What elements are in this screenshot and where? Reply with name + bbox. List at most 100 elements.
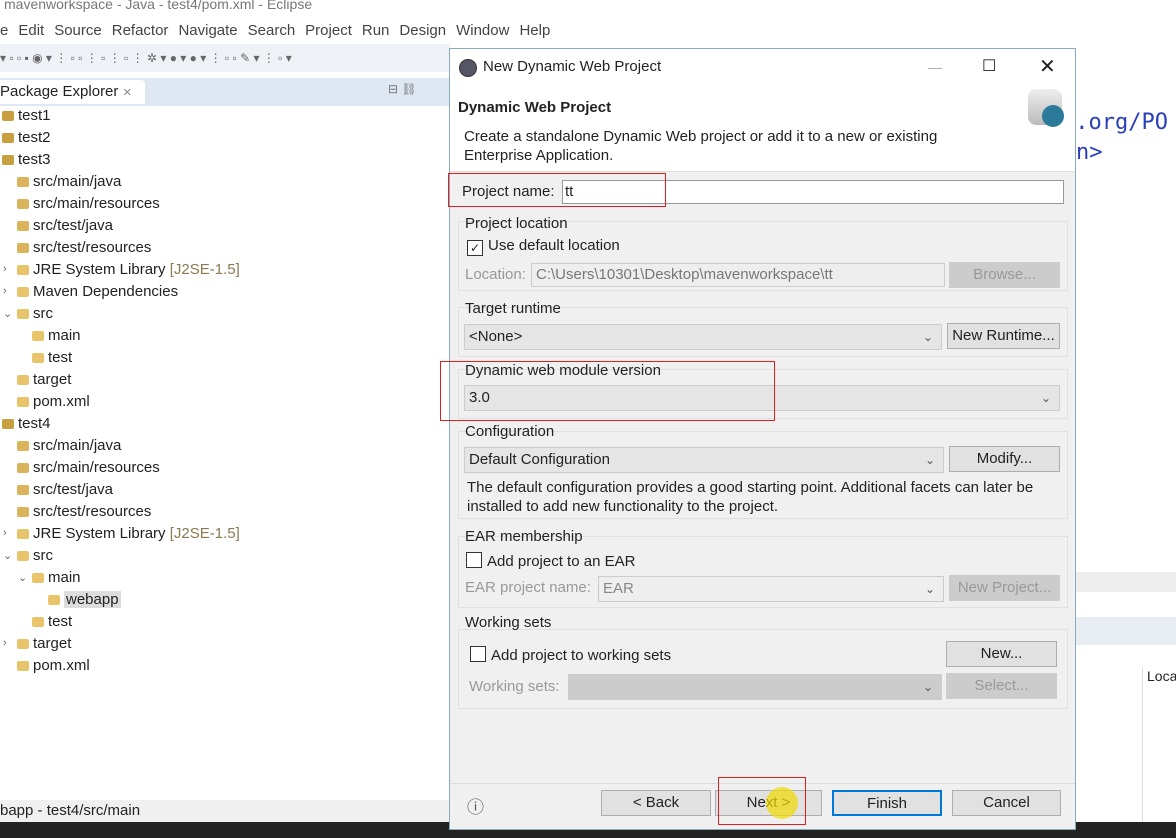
chevron-right-icon[interactable]: › bbox=[3, 263, 7, 275]
tree-item-label: main bbox=[48, 569, 81, 586]
modify-button[interactable]: Modify... bbox=[949, 446, 1060, 472]
ear-project-name-select[interactable]: EAR ⌄ bbox=[598, 576, 944, 602]
menu-item[interactable]: Design bbox=[399, 22, 446, 39]
chevron-down-icon[interactable]: ⌄ bbox=[18, 571, 27, 584]
tree-item-label: test3 bbox=[18, 151, 51, 168]
use-default-location-checkbox[interactable]: ✓ Use default location bbox=[467, 237, 620, 256]
tree-item-label: src/main/resources bbox=[33, 459, 160, 476]
tree-item-label: test bbox=[48, 349, 73, 366]
tree-item[interactable]: src/test/java bbox=[17, 215, 113, 237]
tree-item[interactable]: src bbox=[17, 303, 53, 325]
menu-item[interactable]: Run bbox=[362, 22, 390, 39]
target-runtime-select[interactable]: <None> ⌄ bbox=[464, 324, 942, 350]
chevron-down-icon[interactable]: ⌄ bbox=[3, 307, 12, 320]
tree-item[interactable]: src/main/java bbox=[17, 171, 121, 193]
menu-item[interactable]: e bbox=[0, 22, 8, 39]
code-line: n> bbox=[1076, 140, 1103, 165]
working-sets-select-button[interactable]: Select... bbox=[946, 673, 1057, 699]
menu-item[interactable]: Search bbox=[248, 22, 296, 39]
new-project-button[interactable]: New Project... bbox=[949, 575, 1060, 601]
tree-item-label: JRE System Library bbox=[33, 261, 166, 278]
working-sets-new-button[interactable]: New... bbox=[946, 641, 1057, 667]
browse-button[interactable]: Browse... bbox=[949, 262, 1060, 288]
tree-item[interactable]: main bbox=[32, 325, 81, 347]
back-button[interactable]: < Back bbox=[601, 790, 711, 816]
tree-item[interactable]: src/main/resources bbox=[17, 457, 160, 479]
tree-item[interactable]: pom.xml bbox=[17, 655, 90, 677]
tree-item[interactable]: src/main/java bbox=[17, 435, 121, 457]
location-input[interactable]: C:\Users\10301\Desktop\mavenworkspace\tt bbox=[531, 263, 945, 287]
folder-icon bbox=[17, 507, 29, 518]
tree-item[interactable]: test3 bbox=[2, 149, 51, 171]
close-button[interactable]: ✕ bbox=[1039, 49, 1056, 85]
tree-item[interactable]: main bbox=[32, 567, 81, 589]
folder-icon bbox=[32, 617, 44, 628]
package-explorer-tab[interactable]: Package Explorer ✕ bbox=[0, 80, 145, 104]
collapse-all-icon[interactable]: ⊟ ⛓ bbox=[388, 82, 417, 96]
configuration-description: The default configuration provides a goo… bbox=[467, 479, 1034, 515]
tree-item-label: test1 bbox=[18, 107, 51, 124]
folder-icon bbox=[17, 309, 29, 320]
folder-icon bbox=[32, 331, 44, 342]
tree-item[interactable]: test bbox=[32, 347, 72, 369]
tree-item[interactable]: Maven Dependencies bbox=[17, 281, 178, 303]
menu-item[interactable]: Edit bbox=[18, 22, 44, 39]
add-to-ear-checkbox[interactable]: Add project to an EAR bbox=[466, 552, 635, 570]
menu-item[interactable]: Window bbox=[456, 22, 509, 39]
chevron-right-icon[interactable]: › bbox=[3, 527, 7, 539]
cancel-button[interactable]: Cancel bbox=[952, 790, 1061, 816]
tree-item-label: test2 bbox=[18, 129, 51, 146]
tree-item-label: main bbox=[48, 327, 81, 344]
menu-item[interactable]: Project bbox=[305, 22, 352, 39]
menu-item[interactable]: Source bbox=[54, 22, 102, 39]
location-label: Location: bbox=[465, 266, 526, 283]
tree-item[interactable]: test1 bbox=[2, 105, 51, 127]
working-sets-select[interactable]: ⌄ bbox=[568, 674, 942, 700]
dialog-header: Dynamic Web Project Create a standalone … bbox=[450, 85, 1075, 172]
tree-item-label: Maven Dependencies bbox=[33, 283, 179, 300]
tree-item[interactable]: target bbox=[17, 633, 71, 655]
chevron-right-icon[interactable]: › bbox=[3, 637, 7, 649]
tree-item[interactable]: src/test/java bbox=[17, 479, 113, 501]
tree-item-label: pom.xml bbox=[33, 393, 90, 410]
folder-icon bbox=[17, 177, 29, 188]
tree-item[interactable]: src/test/resources bbox=[17, 237, 151, 259]
tree-item-label: test4 bbox=[18, 415, 51, 432]
tree-item[interactable]: target bbox=[17, 369, 71, 391]
tree-item[interactable]: JRE System Library [J2SE-1.5] bbox=[17, 523, 240, 545]
add-to-working-sets-checkbox[interactable]: Add project to working sets bbox=[470, 646, 671, 664]
tree-item[interactable]: src bbox=[17, 545, 53, 567]
finish-button[interactable]: Finish bbox=[832, 790, 942, 816]
configuration-select[interactable]: Default Configuration ⌄ bbox=[464, 447, 944, 473]
tree-item[interactable]: webapp bbox=[48, 589, 121, 611]
folder-icon bbox=[17, 529, 29, 540]
tree-item-label: test bbox=[48, 613, 73, 630]
menu-item[interactable]: Refactor bbox=[112, 22, 169, 39]
panel-tabs bbox=[1076, 617, 1176, 645]
ear-project-name-label: EAR project name: bbox=[465, 579, 591, 596]
tree-item[interactable]: test bbox=[32, 611, 72, 633]
tree-item[interactable]: src/main/resources bbox=[17, 193, 160, 215]
tree-item-label: src/main/java bbox=[33, 437, 122, 454]
tree-item[interactable]: pom.xml bbox=[17, 391, 90, 413]
tree-item[interactable]: test4 bbox=[2, 413, 51, 435]
new-runtime-button[interactable]: New Runtime... bbox=[947, 323, 1060, 349]
project-icon bbox=[2, 133, 14, 144]
tree-item[interactable]: test2 bbox=[2, 127, 51, 149]
chevron-right-icon[interactable]: › bbox=[3, 285, 7, 297]
help-icon[interactable]: ⓘ bbox=[467, 793, 484, 818]
tree-item-label: src/main/java bbox=[33, 173, 122, 190]
chevron-down-icon[interactable]: ⌄ bbox=[3, 549, 12, 562]
tree-item[interactable]: JRE System Library [J2SE-1.5] bbox=[17, 259, 240, 281]
menu-item[interactable]: Help bbox=[519, 22, 550, 39]
maximize-button[interactable]: ☐ bbox=[982, 49, 996, 85]
add-to-ear-label: Add project to an EAR bbox=[487, 553, 636, 570]
close-icon[interactable]: ✕ bbox=[123, 87, 132, 99]
menu-bar: e Edit Source Refactor Navigate Search Project… bbox=[0, 18, 1176, 42]
folder-icon bbox=[17, 661, 29, 672]
minimize-button[interactable]: — bbox=[928, 49, 942, 85]
ear-membership-label: EAR membership bbox=[465, 528, 583, 545]
tree-item-label: target bbox=[33, 635, 72, 652]
tree-item[interactable]: src/test/resources bbox=[17, 501, 151, 523]
menu-item[interactable]: Navigate bbox=[178, 22, 237, 39]
